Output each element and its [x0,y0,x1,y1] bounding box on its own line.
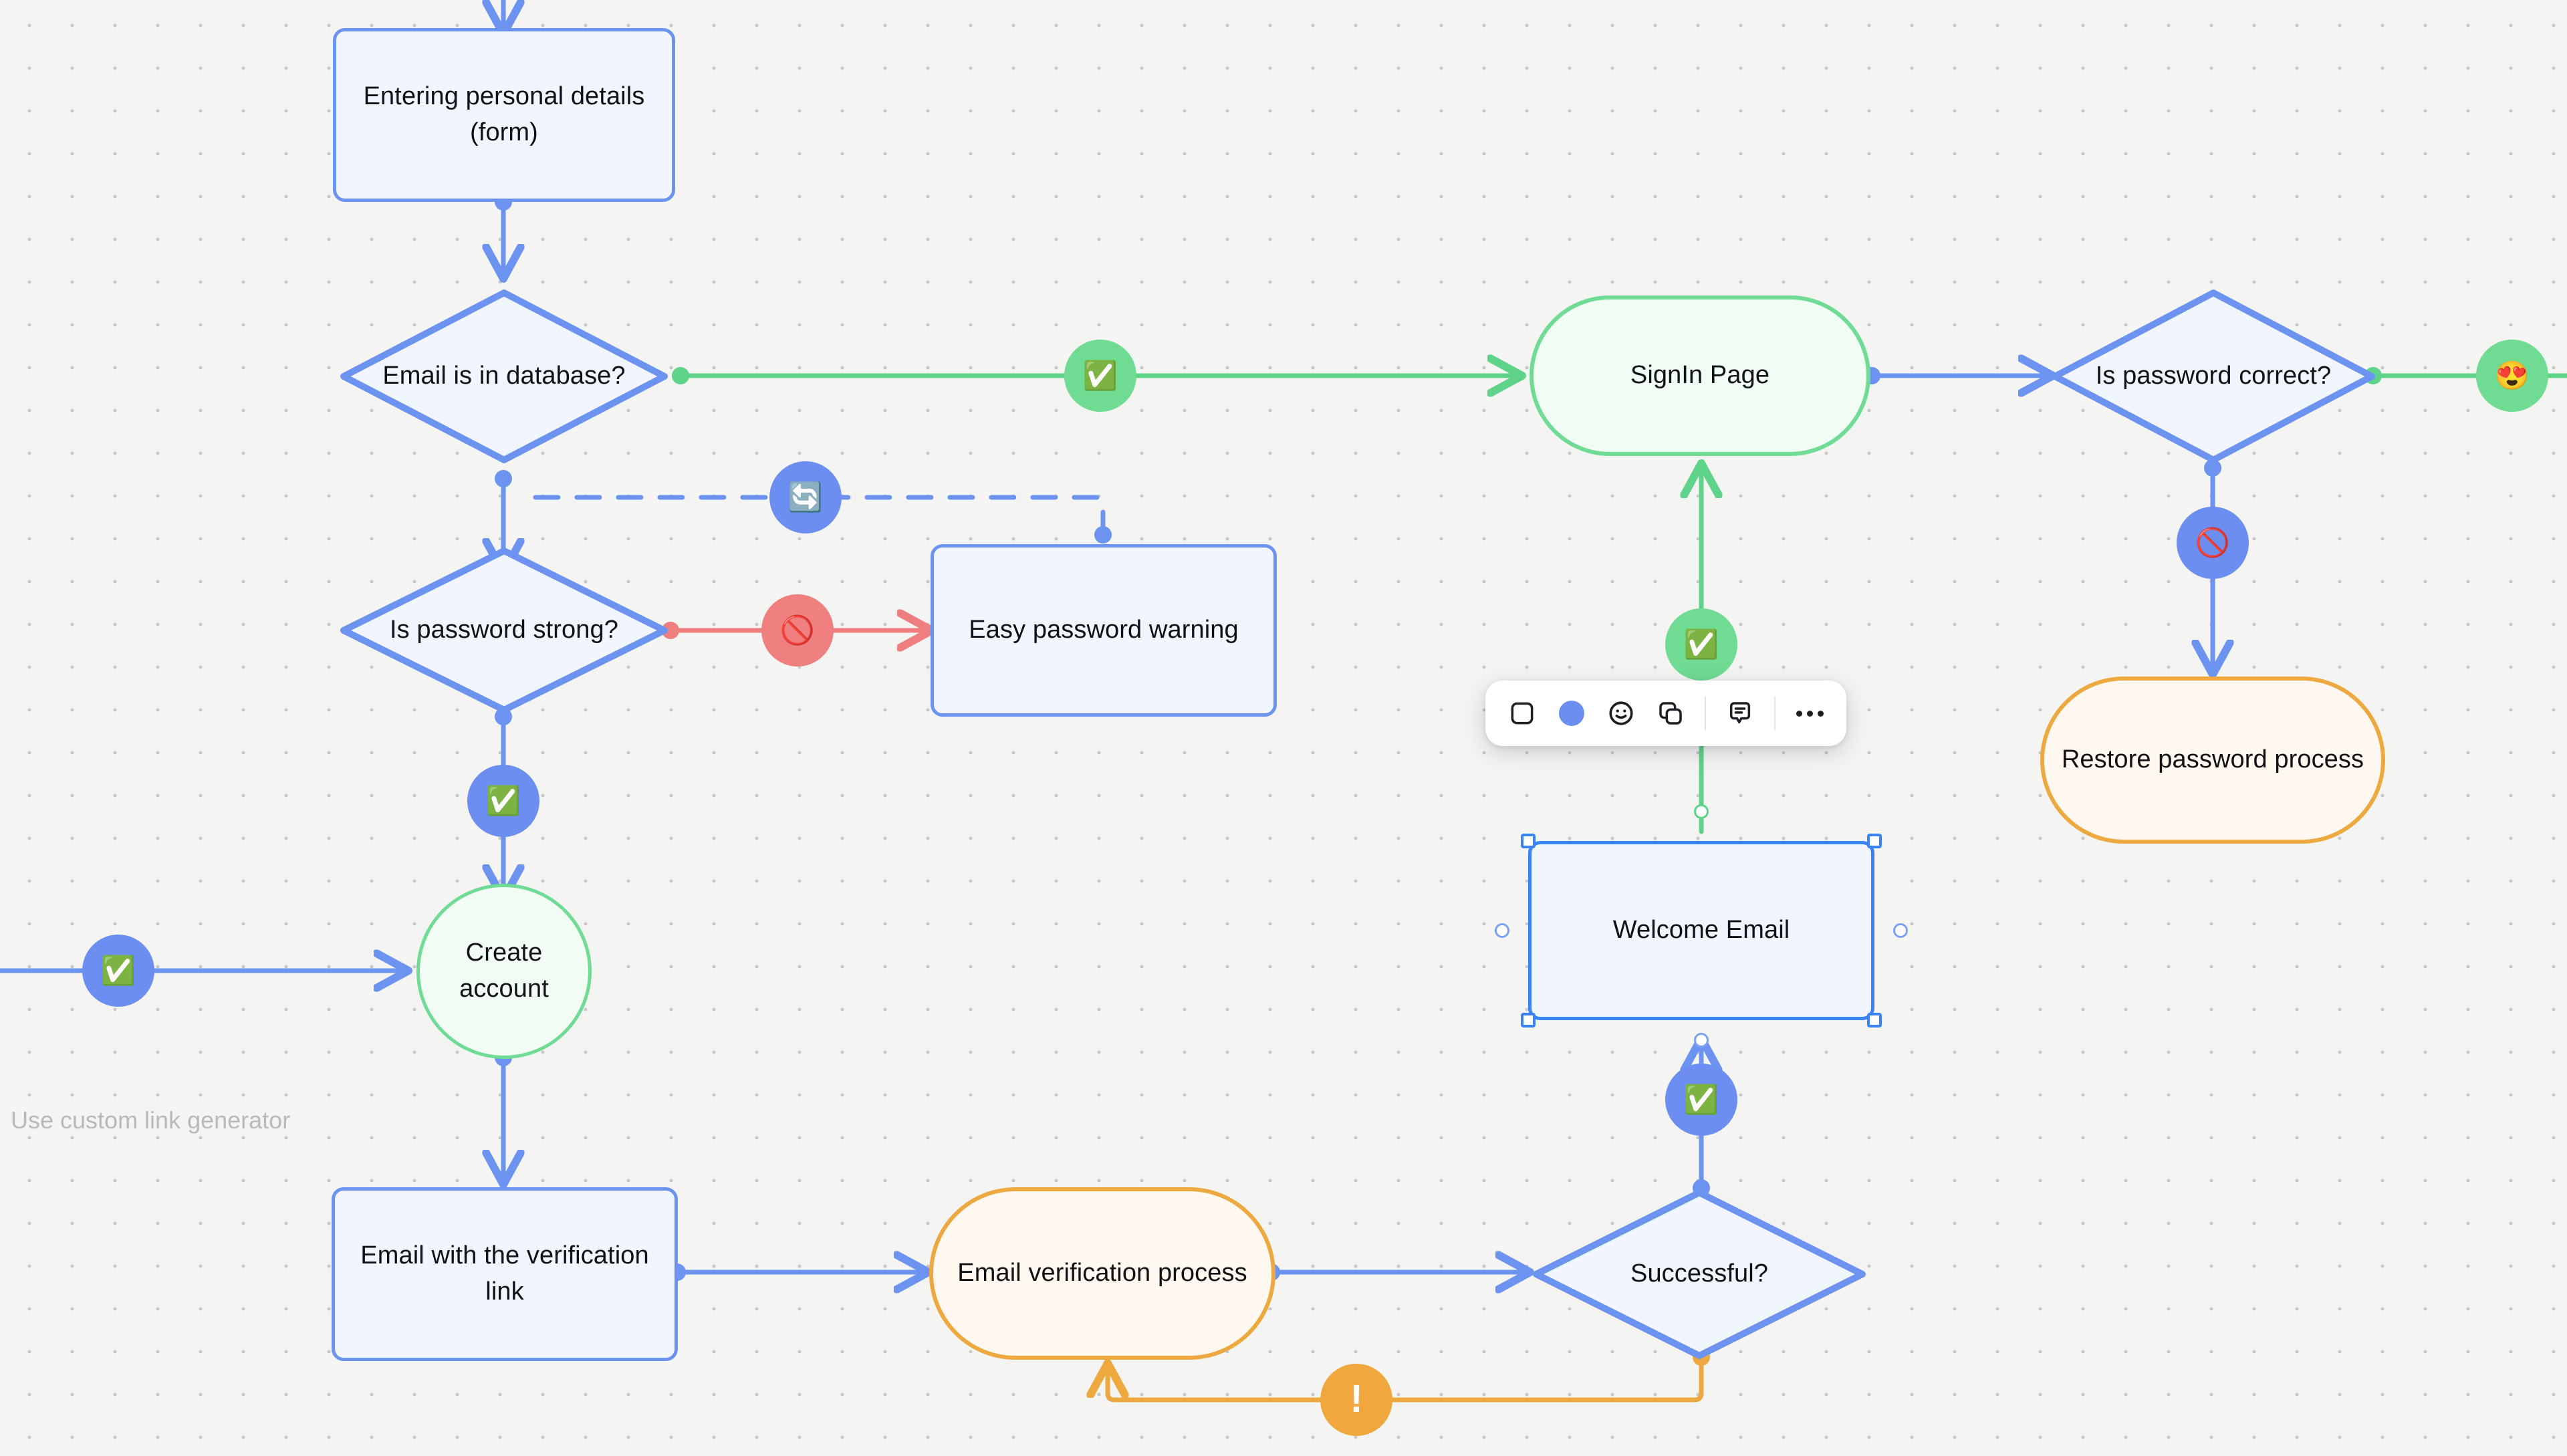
resize-handle-top-right[interactable] [1867,834,1882,848]
rounded-square-icon [1511,702,1534,725]
duplicate-tool-button[interactable] [1646,689,1695,738]
node-label: Easy password warning [969,616,1239,644]
edge-badge-db-yes[interactable]: ✅ [1064,340,1136,412]
heart-eyes-icon: 😍 [2494,360,2530,391]
node-email-verification-process[interactable]: Email verification process [929,1187,1275,1360]
node-label: Is password correct? [2095,362,2332,390]
connection-anchor-left[interactable] [1495,923,1509,938]
shape-tool-button[interactable] [1497,689,1547,738]
node-easy-password-warning[interactable]: Easy password warning [931,544,1277,717]
refresh-icon: 🔄 [787,481,824,513]
node-label: Welcome Email [1612,916,1790,945]
color-swatch-icon [1559,701,1584,726]
node-is-password-correct[interactable]: Is password correct? [2051,289,2376,464]
prohibited-icon: 🚫 [779,614,816,646]
node-restore-password-process[interactable]: Restore password process [2040,677,2385,844]
edge-badge-password-right[interactable]: 😍 [2476,340,2548,412]
node-is-password-strong[interactable]: Is password strong? [340,547,668,714]
node-label: Is password strong? [390,616,618,644]
comment-tool-button[interactable] [1715,689,1765,738]
edge-badge-incoming-left[interactable]: ✅ [82,935,154,1007]
node-successful[interactable]: Successful? [1532,1189,1866,1360]
node-label: Entering personal details (form) [363,82,645,146]
node-label: SignIn Page [1630,361,1770,390]
edge-badge-warning-loop[interactable]: 🔄 [769,461,842,533]
edge-badge-password-wrong[interactable]: 🚫 [2177,507,2249,579]
check-mark-icon: ✅ [1683,1084,1719,1115]
connection-anchor-bottom[interactable] [1694,1033,1709,1048]
node-create-account[interactable]: Create account [416,884,592,1059]
resize-handle-bottom-right[interactable] [1867,1013,1882,1027]
edge-badge-successful-yes[interactable]: ✅ [1665,1064,1737,1136]
toolbar-divider-2 [1774,697,1776,730]
check-mark-icon: ✅ [485,785,521,816]
emoji-tool-button[interactable] [1596,689,1646,738]
check-mark-icon: ✅ [1082,360,1118,391]
node-welcome-email[interactable]: Welcome Email [1528,841,1874,1020]
node-email-is-in-database[interactable]: Email is in database? [340,289,668,464]
canvas-caption: Use custom link generator [11,1106,291,1134]
check-mark-icon: ✅ [100,955,136,986]
connection-anchor-top[interactable] [1694,804,1709,819]
node-signin-page[interactable]: SignIn Page [1530,295,1870,456]
node-label: Email with the verification link [360,1241,649,1306]
resize-handle-bottom-left[interactable] [1521,1013,1536,1027]
selection-toolbar[interactable] [1485,681,1846,746]
exclamation-icon: ! [1350,1376,1363,1421]
node-email-with-verification-link[interactable]: Email with the verification link [332,1187,678,1361]
node-label: Restore password process [2061,745,2364,774]
more-tool-button[interactable] [1785,689,1834,738]
edge-successful-retry [1108,1354,1704,1403]
edge-badge-strong-password[interactable]: ✅ [467,765,539,837]
node-label: Email verification process [957,1259,1247,1288]
node-label: Email is in database? [382,362,626,390]
color-tool-button[interactable] [1547,689,1596,738]
comment-icon [1729,702,1751,724]
node-entering-personal-details[interactable]: Entering personal details (form) [333,28,675,202]
flowchart-canvas[interactable]: Entering personal details (form) Email i… [0,0,2567,1456]
node-label: Create account [459,939,549,1003]
resize-handle-top-left[interactable] [1521,834,1536,848]
node-label: Successful? [1630,1259,1768,1288]
prohibited-icon: 🚫 [2195,527,2231,558]
toolbar-divider-1 [1705,697,1706,730]
edge-badge-weak-password[interactable]: 🚫 [761,594,834,666]
edge-badge-welcome-to-signin[interactable]: ✅ [1665,608,1737,681]
more-horizontal-icon [1796,710,1824,717]
check-mark-icon: ✅ [1683,628,1719,660]
smiley-icon [1609,701,1633,725]
duplicate-icon [1659,702,1682,725]
edge-badge-successful-no[interactable]: ! [1320,1364,1392,1436]
connection-anchor-right[interactable] [1893,923,1908,938]
